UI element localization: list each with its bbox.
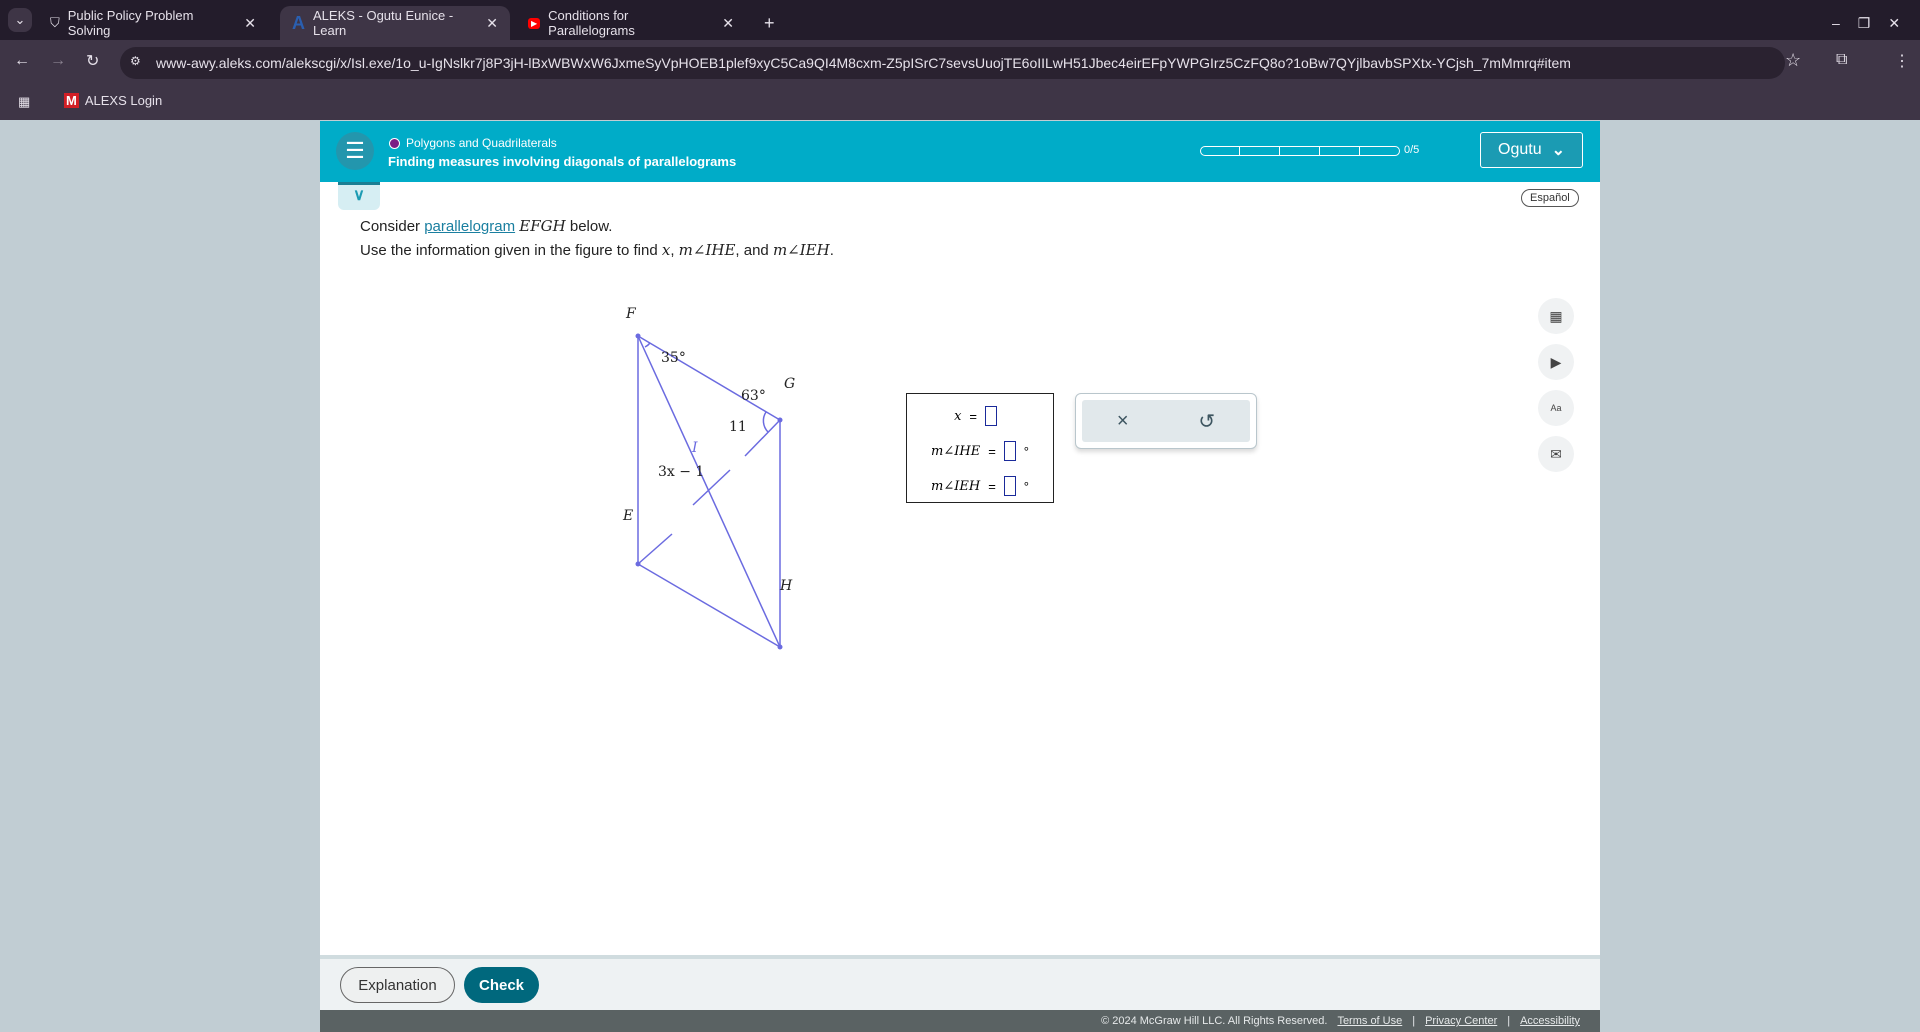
menu-icon[interactable]: ⋮: [1894, 51, 1910, 71]
math: EFGH: [519, 217, 566, 235]
equals: =: [988, 443, 996, 459]
extensions-icon[interactable]: ⧉: [1836, 51, 1847, 69]
shield-icon: ⛉: [50, 15, 60, 30]
espanol-button[interactable]: Español: [1521, 189, 1579, 207]
mcgraw-logo-icon: M: [64, 93, 79, 108]
question-line-2: Use the information given in the figure …: [360, 241, 834, 259]
progress-text: 0/5: [1404, 144, 1420, 156]
answer-label: x: [954, 408, 962, 424]
answer-label: m∠IHE: [931, 443, 981, 459]
topic-text: Polygons and Quadrilaterals: [406, 136, 557, 150]
tab-bar: ⌄ ⛉ Public Policy Problem Solving ✕ A ALEKS…: [0, 0, 1920, 40]
tab-aleks[interactable]: A ALEKS - Ogutu Eunice - Learn ✕: [280, 6, 510, 40]
close-icon[interactable]: ✕: [486, 15, 498, 32]
footer: © 2024 McGraw Hill LLC. All Rights Reser…: [320, 1010, 1600, 1032]
terms-link[interactable]: Terms of Use: [1337, 1015, 1402, 1027]
apps-icon[interactable]: ▦: [18, 94, 30, 110]
page-title: Finding measures involving diagonals of …: [388, 154, 737, 169]
angle-ieh-input[interactable]: [1003, 476, 1016, 496]
action-bar: Explanation Check: [320, 955, 1600, 1010]
side-tools: ▦ ▶ Aa ✉: [1538, 298, 1574, 472]
check-button[interactable]: Check: [464, 967, 539, 1003]
answer-row-ihe: m∠IHE = °: [931, 441, 1029, 461]
chevron-down-icon: ∨: [353, 187, 365, 204]
dictionary-icon[interactable]: Aa: [1538, 390, 1574, 426]
undo-icon[interactable]: ↺: [1198, 409, 1215, 434]
bookmarks-bar: ▦ M ALEXS Login: [0, 86, 1920, 120]
angle-ihe-input[interactable]: [1003, 441, 1016, 461]
text: Use the information given in the figure …: [360, 242, 662, 259]
equals: =: [988, 478, 996, 494]
tab-label: Conditions for Parallelograms: [548, 8, 635, 38]
close-icon[interactable]: ✕: [722, 15, 734, 32]
unit: °: [1023, 478, 1029, 494]
answer-row-ieh: m∠IEH = °: [931, 476, 1029, 496]
answer-box: x = m∠IHE = ° m∠IEH = °: [906, 393, 1054, 503]
window-controls: – ❐ ✕: [1820, 6, 1912, 40]
minimize-icon[interactable]: –: [1832, 15, 1840, 31]
math: x: [661, 241, 671, 259]
bookmark-alexs-login[interactable]: M ALEXS Login: [64, 93, 162, 108]
text: Consider: [360, 218, 425, 235]
collapse-toggle-button[interactable]: ∨: [338, 182, 380, 210]
answer-row-x: x =: [954, 406, 1013, 426]
mail-icon[interactable]: ✉: [1538, 436, 1574, 472]
equals: =: [969, 408, 977, 424]
text: , and: [735, 242, 773, 259]
accessibility-link[interactable]: Accessibility: [1520, 1015, 1580, 1027]
topic-label: Polygons and Quadrilaterals: [389, 136, 557, 150]
tab-youtube[interactable]: ▶ Conditions for Parallelograms ✕: [516, 6, 746, 40]
reload-icon[interactable]: ↻: [86, 51, 99, 71]
user-name: Ogutu: [1498, 141, 1542, 158]
text: .: [829, 242, 834, 259]
bookmark-label: ALEXS Login: [84, 93, 163, 108]
copyright: © 2024 McGraw Hill LLC. All Rights Reser…: [1101, 1015, 1328, 1027]
explanation-button[interactable]: Explanation: [340, 967, 455, 1003]
privacy-link[interactable]: Privacy Center: [1425, 1015, 1497, 1027]
back-icon[interactable]: ←: [14, 52, 30, 70]
menu-button[interactable]: ☰: [336, 132, 374, 170]
tab-label: ALEKS - Ogutu Eunice - Learn: [313, 8, 454, 38]
youtube-icon: ▶: [528, 17, 541, 29]
math: m∠IHE: [678, 241, 736, 259]
calculator-icon[interactable]: ▦: [1538, 298, 1574, 334]
clear-icon[interactable]: ×: [1117, 410, 1129, 433]
topic-dot-icon: [389, 137, 400, 149]
url-field[interactable]: ⚙ www-awy.aleks.com/alekscgi/x/Isl.exe/1o…: [120, 47, 1785, 79]
divider: |: [1412, 1015, 1416, 1027]
answer-label: m∠IEH: [931, 478, 981, 494]
close-icon[interactable]: ✕: [244, 15, 256, 32]
close-window-icon[interactable]: ✕: [1888, 15, 1900, 32]
tab-public-policy[interactable]: ⛉ Public Policy Problem Solving ✕: [38, 6, 268, 40]
parallelogram-link[interactable]: parallelogram: [424, 218, 515, 235]
answer-tools: × ↺: [1075, 393, 1257, 449]
math: m∠IEH: [772, 241, 830, 259]
text: below.: [565, 218, 613, 235]
progress-bar: [1200, 146, 1400, 156]
url-text: www-awy.aleks.com/alekscgi/x/Isl.exe/1o_…: [156, 55, 1571, 71]
unit: °: [1023, 443, 1029, 459]
topic-header: ☰ Polygons and Quadrilaterals Finding me…: [320, 121, 1600, 182]
forward-icon[interactable]: →: [50, 52, 66, 70]
tab-search-button[interactable]: ⌄: [8, 8, 32, 32]
x-input[interactable]: [985, 406, 997, 426]
user-menu-button[interactable]: Ogutu ⌄: [1480, 132, 1583, 168]
aleks-icon: A: [292, 12, 305, 33]
question-line-1: Consider parallelogram EFGH below.: [360, 217, 612, 235]
video-icon[interactable]: ▶: [1538, 344, 1574, 380]
new-tab-button[interactable]: +: [752, 6, 787, 40]
site-info-icon[interactable]: ⚙: [130, 54, 141, 68]
divider: |: [1507, 1015, 1511, 1027]
star-icon[interactable]: ☆: [1785, 50, 1801, 71]
tab-label: Public Policy Problem Solving: [67, 8, 194, 38]
chevron-down-icon: ⌄: [1551, 142, 1565, 159]
restore-icon[interactable]: ❐: [1858, 15, 1871, 32]
